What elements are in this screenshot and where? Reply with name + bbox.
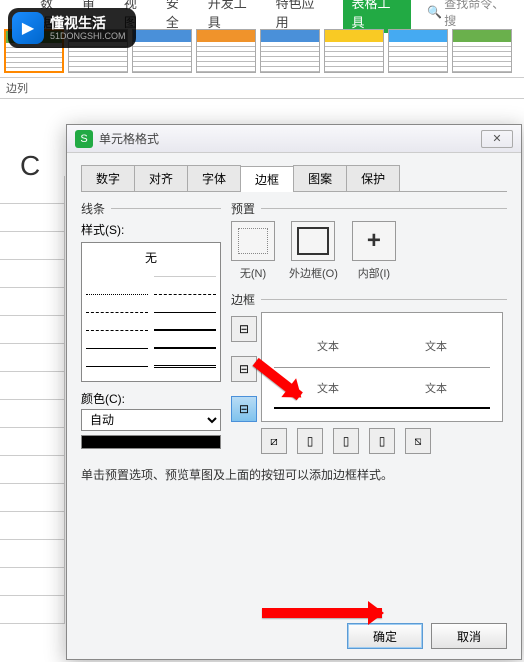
dialog-title: 单元格格式 bbox=[99, 130, 159, 147]
search-text: 查找命令、搜 bbox=[444, 0, 516, 29]
search-command[interactable]: 🔍 查找命令、搜 bbox=[427, 0, 516, 29]
preset-group-label: 预置 bbox=[231, 200, 507, 217]
preview-cell: 文本 bbox=[274, 367, 382, 409]
table-style-orange[interactable] bbox=[196, 29, 256, 73]
preset-outer[interactable]: 外边框(O) bbox=[289, 221, 338, 281]
border-vmid-button[interactable]: ▯ bbox=[333, 428, 359, 454]
preview-cell: 文本 bbox=[274, 325, 382, 367]
color-label: 颜色(C): bbox=[81, 390, 221, 407]
preview-cell: 文本 bbox=[382, 367, 490, 409]
preset-none[interactable]: 无(N) bbox=[231, 221, 275, 281]
table-style-teal[interactable] bbox=[388, 29, 448, 73]
table-style-blue[interactable] bbox=[132, 29, 192, 73]
border-top-button[interactable]: ⊟ bbox=[231, 316, 257, 342]
watermark-title: 懂视生活 bbox=[50, 16, 126, 30]
tab-border[interactable]: 边框 bbox=[240, 166, 294, 192]
tab-font[interactable]: 字体 bbox=[187, 165, 241, 191]
tab-align[interactable]: 对齐 bbox=[134, 165, 188, 191]
style-label: 样式(S): bbox=[81, 221, 221, 238]
preset-outer-icon bbox=[291, 221, 335, 261]
border-preview[interactable]: 文本 文本 文本 文本 bbox=[261, 312, 503, 422]
tab-pattern[interactable]: 图案 bbox=[293, 165, 347, 191]
side-label: 边列 bbox=[0, 78, 524, 99]
cancel-button[interactable]: 取消 bbox=[431, 623, 507, 649]
dialog-app-icon: S bbox=[75, 130, 93, 148]
ribbon-tab-special[interactable]: 特色应用 bbox=[276, 0, 328, 31]
lines-group-label: 线条 bbox=[81, 200, 221, 217]
preset-none-label: 无(N) bbox=[240, 265, 266, 281]
cell-format-dialog: S 单元格格式 ✕ 数字 对齐 字体 边框 图案 保护 线条 样式(S): 无 bbox=[66, 124, 522, 660]
table-style-green2[interactable] bbox=[452, 29, 512, 73]
border-left-button[interactable]: ▯ bbox=[297, 428, 323, 454]
preset-outer-label: 外边框(O) bbox=[289, 265, 338, 281]
preset-inner-label: 内部(I) bbox=[358, 265, 390, 281]
tab-number[interactable]: 数字 bbox=[81, 165, 135, 191]
preset-inner[interactable]: 内部(I) bbox=[352, 221, 396, 281]
border-group-label: 边框 bbox=[231, 291, 507, 308]
table-style-blue2[interactable] bbox=[260, 29, 320, 73]
color-swatch bbox=[81, 435, 221, 449]
dialog-tabs: 数字 对齐 字体 边框 图案 保护 bbox=[81, 165, 507, 192]
preset-none-icon bbox=[231, 221, 275, 261]
watermark-badge: ▶ 懂视生活 51DONGSHI.COM bbox=[8, 8, 136, 48]
row-grid bbox=[0, 176, 65, 624]
preset-inner-icon bbox=[352, 221, 396, 261]
line-style-none[interactable]: 无 bbox=[86, 247, 216, 268]
border-diag-up-button[interactable]: ⧄ bbox=[261, 428, 287, 454]
border-hmid-button[interactable]: ⊟ bbox=[231, 356, 257, 382]
table-style-yellow[interactable] bbox=[324, 29, 384, 73]
tab-protect[interactable]: 保护 bbox=[346, 165, 400, 191]
search-icon: 🔍 bbox=[427, 5, 442, 19]
dialog-titlebar: S 单元格格式 ✕ bbox=[67, 125, 521, 153]
close-icon[interactable]: ✕ bbox=[481, 130, 513, 148]
play-icon: ▶ bbox=[12, 12, 44, 44]
line-style-list[interactable]: 无 bbox=[81, 242, 221, 382]
watermark-sub: 51DONGSHI.COM bbox=[50, 32, 126, 41]
border-bottom-button[interactable]: ⊟ bbox=[231, 396, 257, 422]
ok-button[interactable]: 确定 bbox=[347, 623, 423, 649]
preview-cell: 文本 bbox=[382, 325, 490, 367]
border-diag-down-button[interactable]: ⧅ bbox=[405, 428, 431, 454]
color-select[interactable]: 自动 bbox=[81, 409, 221, 431]
ribbon-tab-dev[interactable]: 开发工具 bbox=[208, 0, 260, 31]
border-right-button[interactable]: ▯ bbox=[369, 428, 395, 454]
hint-text: 单击预置选项、预览草图及上面的按钮可以添加边框样式。 bbox=[81, 466, 507, 483]
ribbon-tab-security[interactable]: 安全 bbox=[166, 0, 192, 31]
